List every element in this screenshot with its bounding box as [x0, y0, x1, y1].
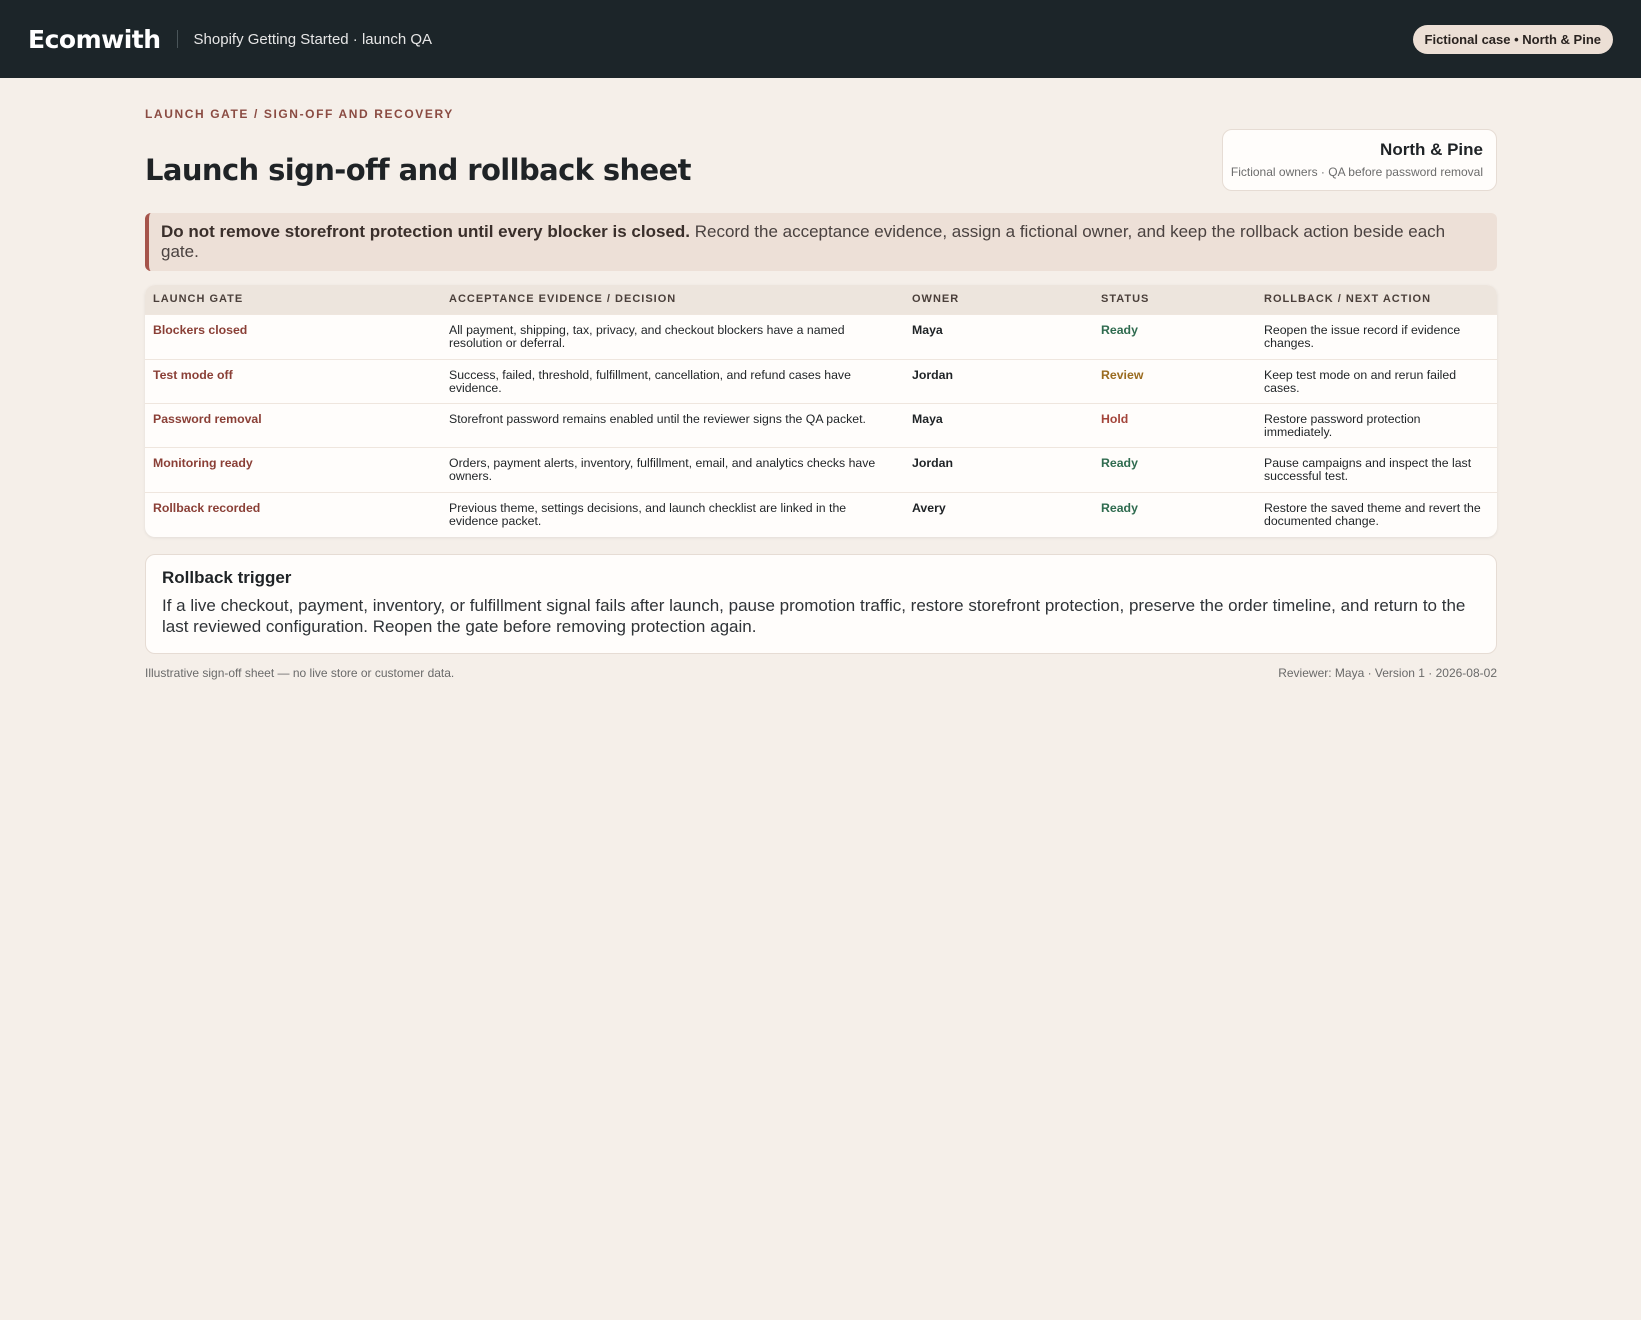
rollback-cell: Pause campaigns and inspect the last suc… — [1256, 446, 1497, 492]
evidence-cell: All payment, shipping, tax, privacy, and… — [441, 313, 904, 359]
evidence-cell: Previous theme, settings decisions, and … — [441, 491, 904, 537]
rollback-cell: Restore the saved theme and revert the d… — [1256, 491, 1497, 537]
column-header-rollback: ROLLBACK / NEXT ACTION — [1256, 285, 1497, 314]
store-name: North & Pine — [1380, 140, 1483, 159]
evidence-cell: Orders, payment alerts, inventory, fulfi… — [441, 446, 904, 492]
rollback-trigger-text: If a live checkout, payment, inventory, … — [162, 596, 1466, 636]
evidence-cell: Storefront password remains enabled unti… — [441, 402, 904, 447]
table-row: Blockers closed All payment, shipping, t… — [145, 313, 1497, 359]
column-header-status: STATUS — [1093, 285, 1256, 314]
gate-cell: Test mode off — [145, 358, 441, 403]
table-row: Monitoring ready Orders, payment alerts,… — [145, 446, 1497, 492]
eyebrow-label: LAUNCH GATE / SIGN-OFF AND RECOVERY — [145, 107, 454, 121]
owner-cell: Maya — [904, 313, 1093, 359]
brand-logo[interactable]: Ecomwith — [28, 25, 161, 54]
rollback-cell: Reopen the issue record if evidence chan… — [1256, 313, 1497, 359]
warning-bold-text: Do not remove storefront protection unti… — [161, 222, 691, 241]
brand-divider — [176, 30, 178, 48]
status-cell: Ready — [1093, 446, 1256, 492]
gates-table: LAUNCH GATE ACCEPTANCE EVIDENCE / DECISI… — [145, 285, 1497, 537]
column-header-owner: OWNER — [904, 285, 1093, 314]
store-card: North & Pine Fictional owners · QA befor… — [1222, 129, 1497, 191]
store-subtitle: Fictional owners · QA before password re… — [1230, 165, 1483, 179]
table-row: Rollback recorded Previous theme, settin… — [145, 491, 1497, 537]
status-cell: Hold — [1093, 402, 1256, 447]
case-badge: Fictional case • North & Pine — [1412, 24, 1613, 54]
warning-banner: Do not remove storefront protection unti… — [145, 213, 1497, 271]
gate-cell: Rollback recorded — [145, 491, 441, 537]
footer: Illustrative sign-off sheet — no live st… — [145, 666, 1497, 680]
footer-disclaimer: Illustrative sign-off sheet — no live st… — [145, 666, 455, 680]
rollback-cell: Restore password protection immediately. — [1256, 402, 1497, 447]
column-header-gate: LAUNCH GATE — [145, 285, 441, 314]
rollback-trigger-card: Rollback trigger If a live checkout, pay… — [145, 554, 1497, 654]
gate-cell: Password removal — [145, 402, 441, 447]
rollback-trigger-title: Rollback trigger — [162, 568, 292, 587]
rollback-cell: Keep test mode on and rerun failed cases… — [1256, 358, 1497, 403]
status-cell: Ready — [1093, 313, 1256, 359]
owner-cell: Jordan — [904, 358, 1093, 403]
footer-reviewer: Reviewer: Maya · Version 1 · 2026-08-02 — [1278, 666, 1497, 680]
owner-cell: Maya — [904, 402, 1093, 447]
column-header-evidence: ACCEPTANCE EVIDENCE / DECISION — [441, 285, 904, 314]
gate-cell: Monitoring ready — [145, 446, 441, 492]
table-row: Test mode off Success, failed, threshold… — [145, 358, 1497, 403]
table-row: Password removal Storefront password rem… — [145, 402, 1497, 447]
evidence-cell: Success, failed, threshold, fulfillment,… — [441, 358, 904, 403]
gate-cell: Blockers closed — [145, 313, 441, 359]
status-cell: Ready — [1093, 491, 1256, 537]
page-header: Launch sign-off and rollback sheet North… — [145, 121, 1497, 209]
page-title: Launch sign-off and rollback sheet — [145, 153, 692, 187]
app-subtitle: Shopify Getting Started · launch QA — [193, 30, 433, 48]
owner-cell: Jordan — [904, 446, 1093, 492]
owner-cell: Avery — [904, 491, 1093, 537]
status-cell: Review — [1093, 358, 1256, 403]
gates-table-card: LAUNCH GATE ACCEPTANCE EVIDENCE / DECISI… — [145, 285, 1497, 537]
table-header-row: LAUNCH GATE ACCEPTANCE EVIDENCE / DECISI… — [145, 285, 1497, 314]
main-content: LAUNCH GATE / SIGN-OFF AND RECOVERY Laun… — [145, 78, 1497, 680]
top-bar: Ecomwith Shopify Getting Started · launc… — [0, 0, 1641, 78]
